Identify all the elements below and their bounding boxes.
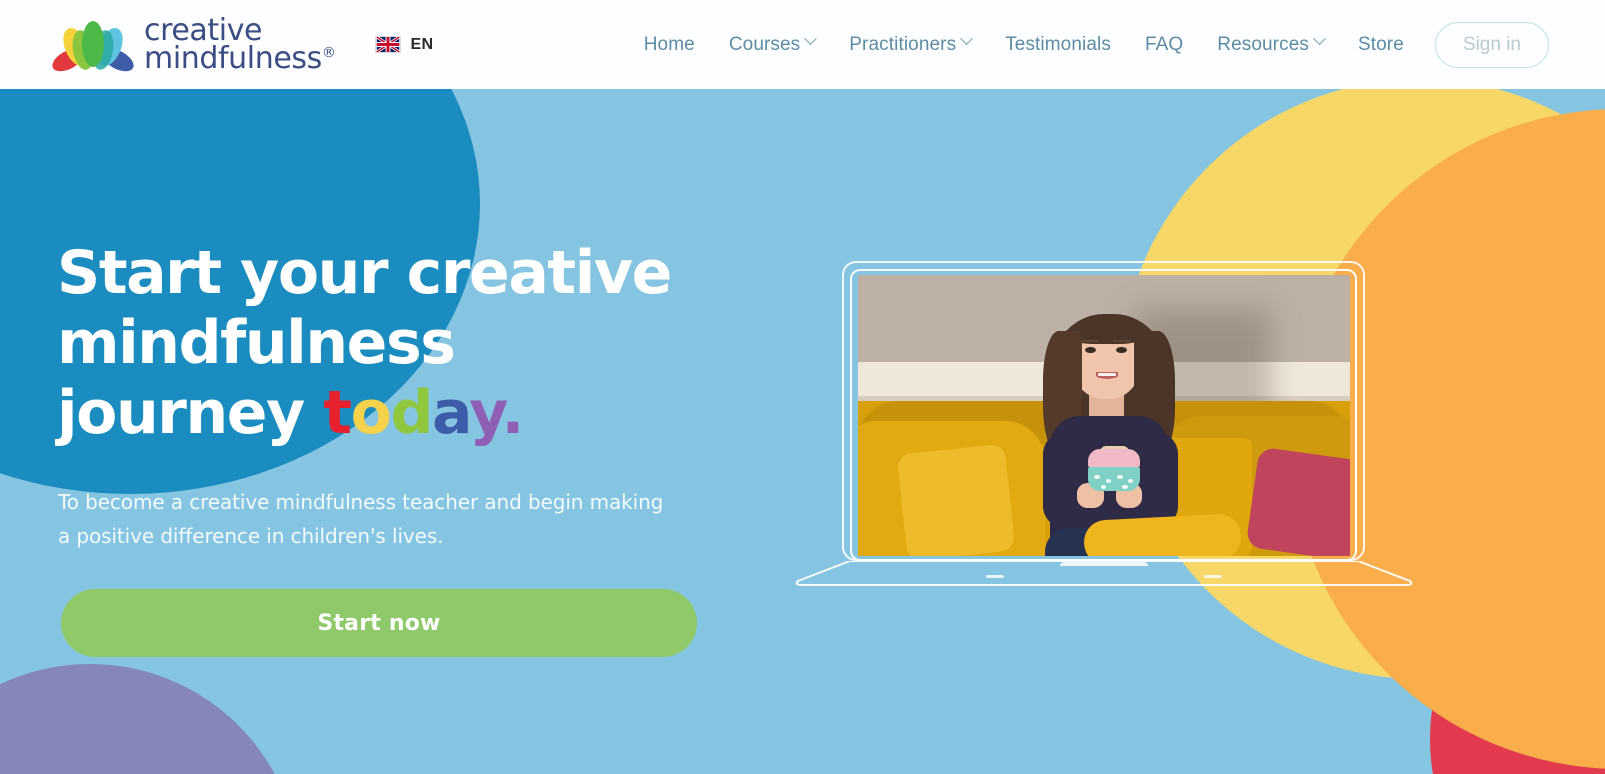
hero-subheadline: To become a creative mindfulness teacher… [58,485,738,553]
registered-mark: ® [321,44,336,61]
nav-item-faq[interactable]: FAQ [1128,28,1200,62]
subheadline-line-1: To become a creative mindfulness teacher… [58,490,664,514]
nav-label: Home [643,33,695,55]
nav-label: Testimonials [1005,33,1111,55]
headline-accent-y: y [469,378,503,448]
lotus-flower-icon [52,20,134,71]
laptop-base [795,561,1413,586]
headline-accent-period: . [501,378,524,448]
nav-item-home[interactable]: Home [627,28,712,62]
nav-item-store[interactable]: Store [1341,28,1421,62]
headline-plain: journey [57,378,324,448]
chevron-down-icon [804,32,818,46]
nav-label: Store [1357,33,1404,55]
brand-wordmark: creative mindfulness® [144,16,336,76]
nav-item-courses[interactable]: Courses [712,28,832,62]
headline-accent-t: t [323,378,352,448]
nav-item-resources[interactable]: Resources [1200,28,1341,62]
nav-label: Practitioners [849,33,957,55]
nav-item-practitioners[interactable]: Practitioners [832,28,988,62]
nav-label: FAQ [1144,33,1184,55]
subheadline-line-2: a positive difference in children's live… [58,524,444,548]
uk-flag-icon [375,36,402,53]
headline-accent-a: a [432,378,471,448]
headline-accent-d: d [390,378,433,448]
hero-video-laptop[interactable] [782,261,1432,586]
nav-label: Courses [728,33,801,55]
headline-line-3: journey today. [57,378,757,448]
nav-label: Resources [1217,33,1309,55]
language-code: EN [410,35,434,53]
chevron-down-icon [1313,32,1326,46]
laptop-screen[interactable] [858,275,1350,556]
page-root: creative mindfulness® EN Home Courses Pr… [0,0,1605,774]
hero-headline: Start your creative mindfulness journey … [57,238,757,448]
language-selector[interactable]: EN [375,36,433,54]
brand-line-2: mindfulness® [144,40,336,76]
start-now-button[interactable]: Start now [61,589,697,657]
nav-item-testimonials[interactable]: Testimonials [988,28,1128,62]
video-still-image [858,275,1350,556]
main-navigation: Home Courses Practitioners Testimonials … [627,21,1581,68]
chevron-down-icon [960,32,974,46]
headline-accent-o: o [350,378,392,448]
decorated-jar [1088,445,1140,492]
hero-section: Start your creative mindfulness journey … [0,89,1605,774]
headline-line-2: mindfulness [57,308,456,378]
sign-in-button[interactable]: Sign in [1434,21,1549,68]
headline-line-1: Start your creative [57,238,672,308]
site-header: creative mindfulness® EN Home Courses Pr… [0,0,1605,89]
brand-logo[interactable]: creative mindfulness® [52,14,336,76]
